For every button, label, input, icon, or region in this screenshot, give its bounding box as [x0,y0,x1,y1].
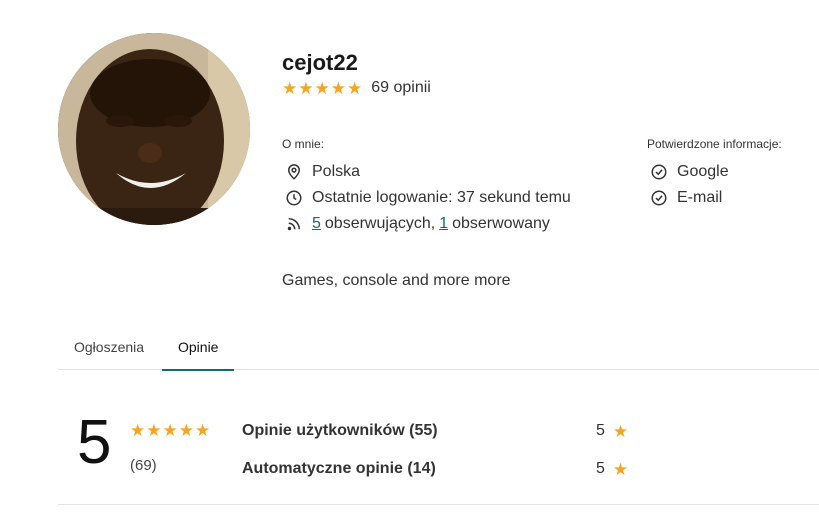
check-circle-icon [649,162,669,182]
user-reviews-label[interactable]: Opinie użytkowników (55) [242,422,438,440]
star-icon: ★ [298,78,314,98]
map-pin-icon [284,162,304,182]
following-link[interactable]: 1 [439,215,448,233]
username: cejot22 [282,50,358,75]
star-icon: ★ [130,421,146,440]
user-reviews-score-value: 5 [596,422,605,439]
last-login-text: Ostatnie logowanie: 37 sekund temu [312,189,571,206]
clock-icon [284,188,304,208]
verified-google-text: Google [677,163,729,180]
tab-opinie[interactable]: Opinie [162,334,235,371]
followers-row: 5 obserwujących, 1 obserwowany [284,214,550,234]
verified-label: Potwierdzone informacje: [647,137,782,151]
auto-reviews-score: 5 ★ [596,460,628,478]
last-login-row: Ostatnie logowanie: 37 sekund temu [284,188,571,208]
star-icon: ★ [314,78,330,98]
star-icon: ★ [162,421,178,440]
star-icon: ★ [330,78,346,98]
star-icon: ★ [612,421,629,441]
location-row: Polska [284,162,360,182]
star-icon: ★ [612,459,629,479]
bio-text: Games, console and more more [282,272,511,289]
verified-google-row: Google [649,162,729,182]
location-text: Polska [312,163,361,180]
star-icon: ★ [195,421,211,440]
profile-rating: ★ ★ ★ ★ ★ 69 opinii [282,79,431,97]
star-icon: ★ [178,421,194,440]
tab-ogloszenia[interactable]: Ogłoszenia [58,334,160,369]
profile-tabs: Ogłoszenia Opinie [58,334,819,371]
divider [58,504,819,505]
star-icon: ★ [282,78,298,98]
average-score: 5 [77,408,112,477]
star-icon: ★ [347,78,363,98]
check-circle-icon [649,188,669,208]
rating-stars: ★ ★ ★ ★ ★ [282,80,362,97]
avatar [58,33,250,225]
followers-text: obserwujących, [324,215,436,232]
verified-email-row: E-mail [649,188,722,208]
summary-stars: ★ ★ ★ ★ ★ [130,422,210,441]
summary-count: (69) [130,457,157,474]
about-label: O mnie: [282,137,325,151]
auto-reviews-score-value: 5 [596,460,605,477]
following-text: obserwowany [452,215,550,232]
user-reviews-score: 5 ★ [596,422,628,440]
rating-count[interactable]: 69 opinii [371,79,431,97]
verified-email-text: E-mail [677,189,723,206]
rss-icon [284,214,304,234]
avatar-image [58,33,250,225]
auto-reviews-label[interactable]: Automatyczne opinie (14) [242,460,436,478]
star-icon: ★ [146,421,162,440]
followers-link[interactable]: 5 [312,215,321,233]
